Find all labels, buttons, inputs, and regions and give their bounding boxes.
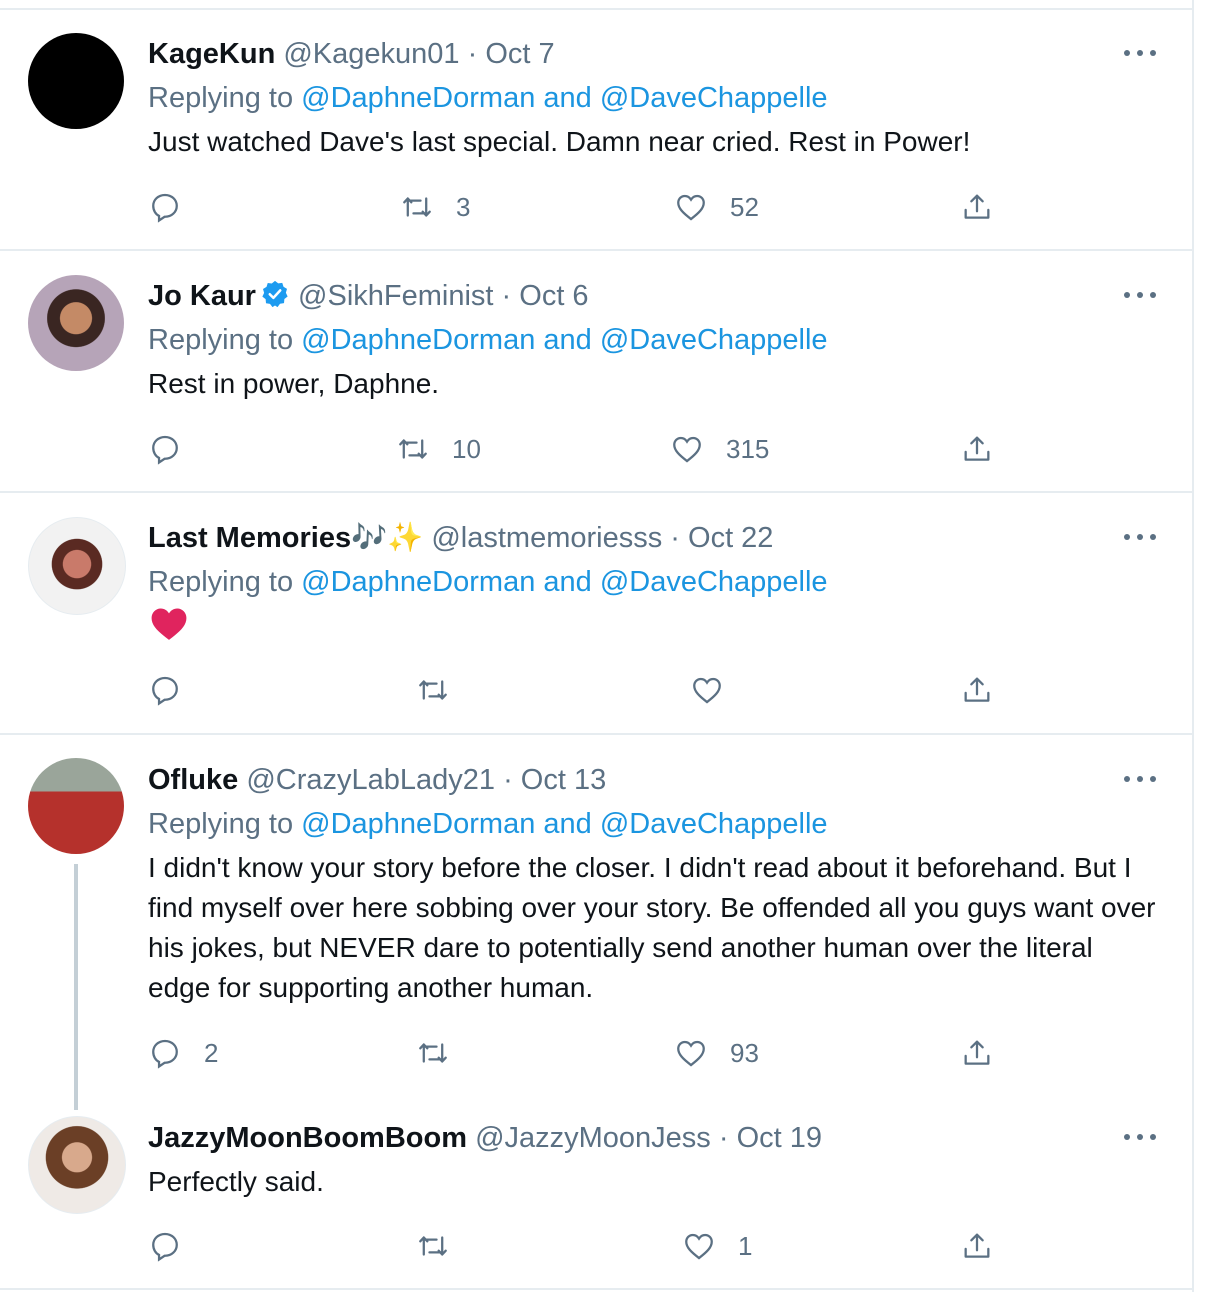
user-handle[interactable]: @CrazyLabLady21 xyxy=(246,764,495,796)
avatar[interactable] xyxy=(28,517,126,615)
reply-icon xyxy=(152,435,178,465)
reply-button[interactable]: 2 xyxy=(148,1035,218,1071)
reply-button[interactable] xyxy=(148,672,182,708)
heart-outline-icon xyxy=(693,677,721,704)
replying-to-label: Replying to xyxy=(148,566,294,598)
heart-outline-icon xyxy=(685,1233,713,1260)
user-handle[interactable]: @SikhFeminist xyxy=(298,280,493,312)
tweet-text: I didn't know your story before the clos… xyxy=(148,852,1156,1003)
replying-to-label: Replying to xyxy=(148,808,294,840)
heart-outline-icon xyxy=(677,194,705,221)
tweet-date[interactable]: · Oct 13 xyxy=(503,764,606,796)
replying-to-label: Replying to xyxy=(148,324,294,356)
retweet-count: 10 xyxy=(452,433,481,464)
more-options-icon[interactable] xyxy=(1124,774,1158,784)
more-options-icon[interactable] xyxy=(1124,48,1158,58)
user-handle[interactable]: @JazzyMoonJess xyxy=(475,1122,711,1154)
like-button[interactable]: 315 xyxy=(670,431,769,467)
tweet-text xyxy=(148,606,1158,653)
retweet-icon xyxy=(419,680,447,700)
divider xyxy=(0,1288,1192,1290)
reply-icon xyxy=(152,1232,178,1262)
share-button[interactable] xyxy=(960,672,994,708)
tweet-date[interactable]: · Oct 7 xyxy=(468,38,555,70)
replying-to-users[interactable]: @DaphneDorman and @DaveChappelle xyxy=(301,82,827,114)
retweet-button[interactable] xyxy=(416,672,450,708)
display-name[interactable]: KageKun xyxy=(148,38,275,70)
share-icon xyxy=(964,436,990,461)
divider xyxy=(0,733,1192,735)
replying-to-users[interactable]: @DaphneDorman and @DaveChappelle xyxy=(301,808,827,840)
share-icon xyxy=(964,1233,990,1258)
retweet-count: 3 xyxy=(456,191,471,222)
share-button[interactable] xyxy=(960,431,994,467)
share-icon xyxy=(964,1040,990,1065)
share-button[interactable] xyxy=(960,1035,994,1071)
thread-connector-line xyxy=(74,864,78,1110)
retweet-icon xyxy=(403,197,431,217)
replying-to-users[interactable]: @DaphneDorman and @DaveChappelle xyxy=(301,566,827,598)
tweet-date[interactable]: · Oct 22 xyxy=(670,522,773,554)
replying-to-users[interactable]: @DaphneDorman and @DaveChappelle xyxy=(301,324,827,356)
heart-outline-icon xyxy=(673,436,701,463)
reply-count: 2 xyxy=(204,1037,219,1068)
retweet-icon xyxy=(419,1043,447,1063)
avatar[interactable] xyxy=(28,1116,126,1214)
tweet-text: Perfectly said. xyxy=(148,1166,324,1197)
share-button[interactable] xyxy=(960,1228,994,1264)
heart-outline-icon xyxy=(677,1040,705,1067)
display-name[interactable]: Jo Kaur xyxy=(148,280,256,312)
avatar[interactable] xyxy=(28,275,124,371)
more-options-icon[interactable] xyxy=(1124,290,1158,300)
like-count: 52 xyxy=(730,191,759,222)
share-icon xyxy=(964,677,990,702)
avatar[interactable] xyxy=(28,758,124,854)
tweet-date[interactable]: · Oct 19 xyxy=(719,1122,822,1154)
user-handle[interactable]: @lastmemoriesss xyxy=(431,522,662,554)
display-name[interactable]: JazzyMoonBoomBoom xyxy=(148,1122,467,1154)
display-name[interactable]: Ofluke xyxy=(148,764,238,796)
replying-to-label: Replying to xyxy=(148,82,294,114)
tweet-text: Just watched Dave's last special. Damn n… xyxy=(148,126,971,157)
share-icon xyxy=(964,194,990,219)
retweet-button[interactable] xyxy=(416,1035,450,1071)
reply-button[interactable] xyxy=(148,189,204,225)
tweet-date[interactable]: · Oct 6 xyxy=(502,280,589,312)
retweet-icon xyxy=(399,439,427,459)
reply-icon xyxy=(152,676,178,706)
like-count: 315 xyxy=(726,433,770,464)
share-button[interactable] xyxy=(960,189,994,225)
name-emoji: 🎶✨ xyxy=(351,522,424,554)
reply-button[interactable] xyxy=(148,431,204,467)
red-heart-emoji-icon xyxy=(151,608,187,640)
reply-icon xyxy=(152,1039,178,1069)
divider xyxy=(0,249,1192,251)
avatar[interactable] xyxy=(28,33,124,129)
like-button[interactable]: 52 xyxy=(674,189,759,225)
divider xyxy=(0,8,1192,10)
retweet-button[interactable]: 3 xyxy=(400,189,470,225)
reply-icon xyxy=(152,193,178,223)
like-button[interactable]: 93 xyxy=(674,1035,759,1071)
like-count: 1 xyxy=(738,1230,753,1261)
divider xyxy=(0,491,1192,493)
verified-badge-icon xyxy=(262,280,288,308)
like-button[interactable]: 1 xyxy=(682,1228,752,1264)
more-options-icon[interactable] xyxy=(1124,1132,1158,1142)
more-options-icon[interactable] xyxy=(1124,532,1158,542)
retweet-button[interactable]: 10 xyxy=(396,431,481,467)
reply-button[interactable] xyxy=(148,1228,182,1264)
like-count: 93 xyxy=(730,1037,759,1068)
tweet-text: Rest in power, Daphne. xyxy=(148,368,440,399)
retweet-icon xyxy=(419,1236,447,1256)
retweet-button[interactable] xyxy=(416,1228,450,1264)
display-name[interactable]: Last Memories xyxy=(148,522,351,554)
user-handle[interactable]: @Kagekun01 xyxy=(283,38,459,70)
like-button[interactable] xyxy=(690,672,724,708)
